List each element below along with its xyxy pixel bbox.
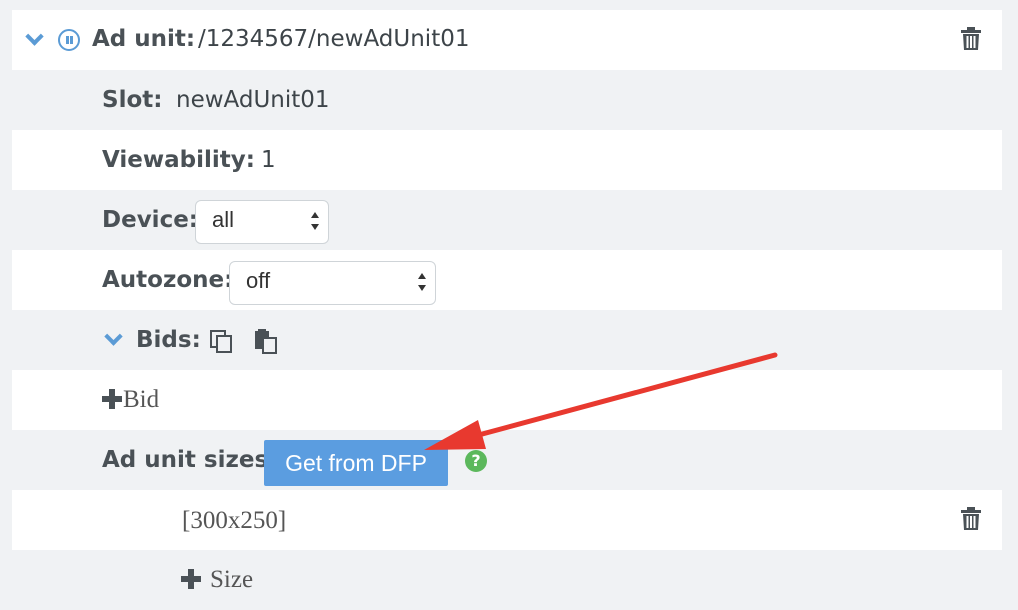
help-icon[interactable]: ? <box>465 450 487 472</box>
device-label: Device: <box>102 207 198 233</box>
viewability-value: 1 <box>261 147 276 173</box>
size-value: [300x250] <box>182 507 287 534</box>
ad-unit-sizes-row: Ad unit sizes: Get from DFP ? <box>12 430 1002 490</box>
chevron-down-icon[interactable] <box>25 27 44 46</box>
select-arrows-icon <box>418 273 426 291</box>
size-row: [300x250] <box>12 490 1002 550</box>
device-row: Device: all <box>12 190 1002 250</box>
add-bid-label: Bid <box>123 386 160 413</box>
paste-icon[interactable] <box>254 329 278 354</box>
ad-unit-label: Ad unit: <box>92 26 196 52</box>
autozone-row: Autozone: off <box>12 250 1002 310</box>
select-arrows-icon <box>311 212 319 230</box>
slot-row: Slot: newAdUnit01 <box>12 70 1002 130</box>
autozone-select[interactable]: off <box>229 261 436 305</box>
ad-unit-header-row: Ad unit: /1234567/newAdUnit01 <box>12 10 1002 70</box>
bids-label: Bids: <box>136 327 201 353</box>
autozone-label: Autozone: <box>102 267 234 293</box>
device-selected-value: all <box>212 207 235 232</box>
slot-label: Slot: <box>102 87 163 113</box>
bids-row: Bids: <box>12 310 1002 370</box>
trash-icon[interactable] <box>960 27 982 51</box>
ad-unit-sizes-label: Ad unit sizes: <box>102 447 278 473</box>
copy-icon[interactable] <box>210 330 234 354</box>
chevron-down-icon[interactable] <box>104 327 123 346</box>
viewability-row: Viewability: 1 <box>12 130 1002 190</box>
ad-unit-path: /1234567/newAdUnit01 <box>198 26 470 52</box>
viewability-label: Viewability: <box>102 147 255 173</box>
add-size-row: Size <box>12 550 1002 610</box>
device-select[interactable]: all <box>195 200 329 244</box>
slot-value: newAdUnit01 <box>176 87 330 113</box>
plus-icon <box>102 389 122 409</box>
pause-icon[interactable] <box>58 29 80 51</box>
autozone-selected-value: off <box>246 268 271 293</box>
trash-icon[interactable] <box>960 507 982 531</box>
add-size-label: Size <box>210 566 254 593</box>
plus-icon <box>181 569 201 589</box>
get-from-dfp-button[interactable]: Get from DFP <box>264 440 448 486</box>
add-bid-row: Bid <box>12 370 1002 430</box>
